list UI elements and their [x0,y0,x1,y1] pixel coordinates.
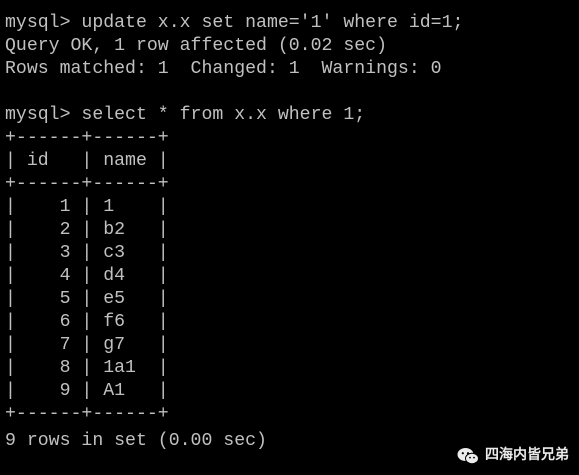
terminal-line: mysql> select * from x.x where 1; [5,105,366,125]
watermark: 四海内皆兄弟 [457,444,569,467]
table-border: +------+------+ [5,128,169,148]
terminal-line: 9 rows in set (0.00 sec) [5,431,267,451]
table-row: | 8 | 1a1 | [5,358,169,378]
terminal-line: Rows matched: 1 Changed: 1 Warnings: 0 [5,59,442,79]
wechat-icon [457,447,479,464]
table-row: | 5 | e5 | [5,289,169,309]
table-row: | 6 | f6 | [5,312,169,332]
terminal-line: mysql> update x.x set name='1' where id=… [5,13,464,33]
table-row: | 4 | d4 | [5,266,169,286]
watermark-text: 四海内皆兄弟 [485,447,569,463]
table-row: | 7 | g7 | [5,335,169,355]
terminal-line: Query OK, 1 row affected (0.02 sec) [5,36,387,56]
table-row: | 1 | 1 | [5,197,169,217]
table-header: | id | name | [5,151,169,171]
table-row: | 3 | c3 | [5,243,169,263]
table-row: | 2 | b2 | [5,220,169,240]
table-border: +------+------+ [5,404,169,424]
table-border: +------+------+ [5,174,169,194]
terminal-window[interactable]: mysql> update x.x set name='1' where id=… [0,0,579,475]
table-row: | 9 | A1 | [5,381,169,401]
